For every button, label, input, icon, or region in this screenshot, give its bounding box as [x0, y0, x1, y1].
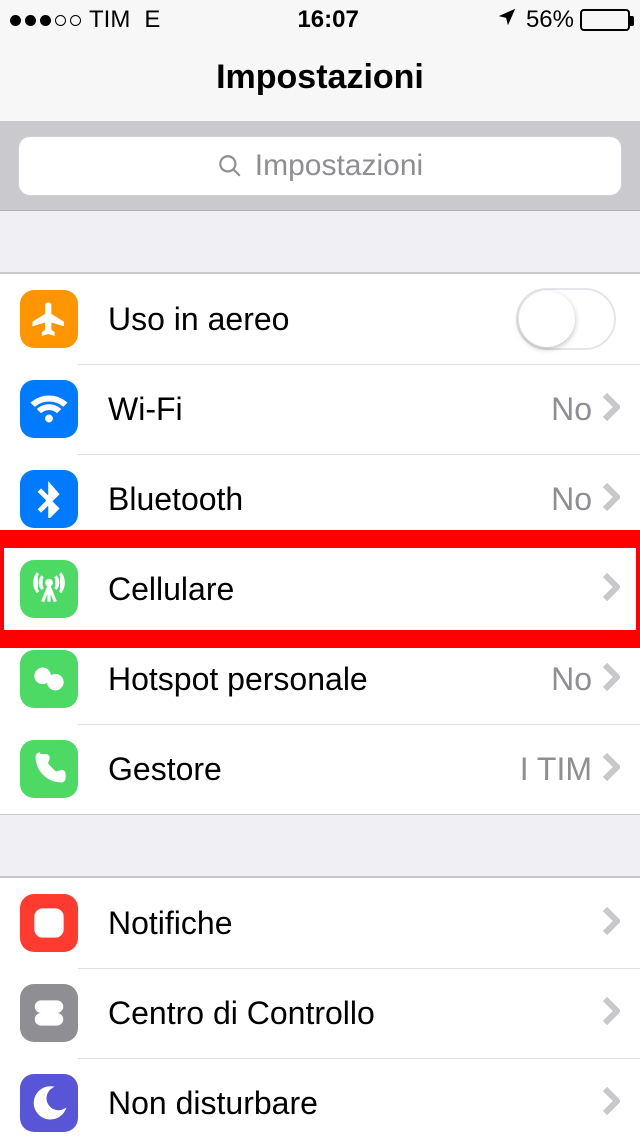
control-center-label: Centro di Controllo — [108, 995, 602, 1032]
row-hotspot[interactable]: Hotspot personale No — [0, 634, 640, 724]
settings-group-notifications: Notifiche Centro di Controllo Non distur… — [0, 877, 640, 1136]
chevron-right-icon — [602, 662, 620, 697]
battery-percent-label: 56% — [526, 6, 574, 34]
signal-strength-icon — [10, 15, 81, 26]
row-airplane-mode[interactable]: Uso in aereo — [0, 274, 640, 364]
chevron-right-icon — [602, 996, 620, 1031]
settings-group-connectivity: Uso in aereo Wi-Fi No Bluetooth No — [0, 273, 640, 815]
control-center-icon — [20, 984, 78, 1042]
hotspot-icon — [20, 650, 78, 708]
cellular-icon — [20, 560, 78, 618]
network-type-label: E — [144, 6, 160, 34]
clock-label: 16:07 — [297, 6, 358, 34]
airplane-label: Uso in aereo — [108, 301, 516, 338]
wifi-label: Wi-Fi — [108, 391, 551, 428]
moon-icon — [20, 1074, 78, 1132]
chevron-right-icon — [602, 1086, 620, 1121]
status-bar: TIM E 16:07 56% — [0, 0, 640, 40]
bluetooth-icon — [20, 470, 78, 528]
search-placeholder: Impostazioni — [255, 149, 423, 183]
bluetooth-label: Bluetooth — [108, 481, 551, 518]
chevron-right-icon — [602, 392, 620, 427]
row-bluetooth[interactable]: Bluetooth No — [0, 454, 640, 544]
location-icon — [496, 6, 518, 35]
hotspot-label: Hotspot personale — [108, 661, 551, 698]
nav-bar: Impostazioni — [0, 40, 640, 122]
battery-icon — [580, 9, 630, 31]
carrier-row-label: Gestore — [108, 751, 520, 788]
search-container: Impostazioni — [0, 122, 640, 211]
status-right: 56% — [496, 6, 630, 35]
row-notifications[interactable]: Notifiche — [0, 878, 640, 968]
search-input[interactable]: Impostazioni — [18, 136, 622, 196]
group-separator — [0, 815, 640, 877]
chevron-right-icon — [602, 572, 620, 607]
status-left: TIM E — [10, 6, 160, 34]
row-do-not-disturb[interactable]: Non disturbare — [0, 1058, 640, 1136]
group-separator — [0, 211, 640, 273]
row-wifi[interactable]: Wi-Fi No — [0, 364, 640, 454]
bluetooth-value: No — [551, 481, 592, 518]
dnd-label: Non disturbare — [108, 1085, 602, 1122]
notifications-icon — [20, 894, 78, 952]
cellular-label: Cellulare — [108, 571, 602, 608]
hotspot-value: No — [551, 661, 592, 698]
row-control-center[interactable]: Centro di Controllo — [0, 968, 640, 1058]
airplane-icon — [20, 290, 78, 348]
wifi-icon — [20, 380, 78, 438]
row-cellular[interactable]: Cellulare — [0, 544, 640, 634]
wifi-value: No — [551, 391, 592, 428]
airplane-toggle[interactable] — [516, 288, 616, 350]
notifications-label: Notifiche — [108, 905, 602, 942]
carrier-value: I TIM — [520, 751, 592, 788]
row-carrier[interactable]: Gestore I TIM — [0, 724, 640, 814]
page-title: Impostazioni — [0, 58, 640, 97]
chevron-right-icon — [602, 906, 620, 941]
phone-icon — [20, 740, 78, 798]
chevron-right-icon — [602, 752, 620, 787]
chevron-right-icon — [602, 482, 620, 517]
carrier-label: TIM — [89, 6, 130, 34]
search-icon — [217, 153, 243, 179]
